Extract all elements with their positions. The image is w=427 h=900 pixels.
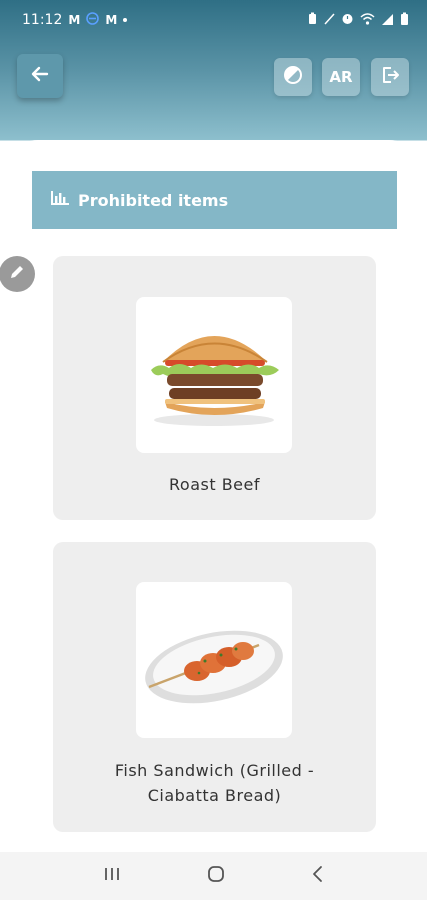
item-card[interactable]: Fish Sandwich (Grilled - Ciabatta Bread) [53, 542, 376, 832]
more-notifications-dot [123, 18, 128, 22]
language-button[interactable]: AR [322, 58, 360, 96]
gmail-icon: M [105, 13, 118, 27]
shrimp-skewer-image [136, 582, 292, 738]
section-title: Prohibited items [78, 190, 229, 210]
system-nav-bar [0, 852, 427, 900]
back-button[interactable] [17, 54, 63, 98]
item-card[interactable]: Roast Beef [53, 256, 376, 520]
status-bar: 11:12 M M [0, 0, 427, 40]
wifi-icon [360, 12, 375, 28]
battery-saver-icon [308, 12, 317, 28]
logout-button[interactable] [371, 58, 409, 96]
item-name: Roast Beef [169, 475, 260, 494]
contrast-icon [283, 65, 303, 89]
section-header: Prohibited items [32, 171, 397, 229]
alarm-icon [341, 12, 354, 28]
battery-icon [400, 12, 409, 29]
recents-icon[interactable] [103, 866, 121, 886]
language-label: AR [329, 68, 353, 86]
mute-icon [323, 12, 335, 28]
theme-toggle-button[interactable] [274, 58, 312, 96]
item-name: Fish Sandwich (Grilled - Ciabatta Bread) [114, 761, 315, 805]
signal-icon [381, 13, 394, 28]
status-time: 11:12 [22, 12, 63, 28]
vpn-icon [86, 11, 100, 29]
bar-chart-icon [50, 190, 70, 210]
arrow-left-icon [31, 66, 49, 86]
status-left: 11:12 M M [22, 11, 128, 29]
burger-image [136, 297, 292, 453]
edit-button[interactable] [0, 256, 35, 292]
home-icon[interactable] [206, 864, 226, 888]
logout-icon [380, 65, 400, 89]
gmail-icon: M [68, 13, 81, 27]
pencil-icon [8, 263, 26, 285]
status-right [308, 12, 409, 29]
nav-back-icon[interactable] [311, 865, 325, 887]
